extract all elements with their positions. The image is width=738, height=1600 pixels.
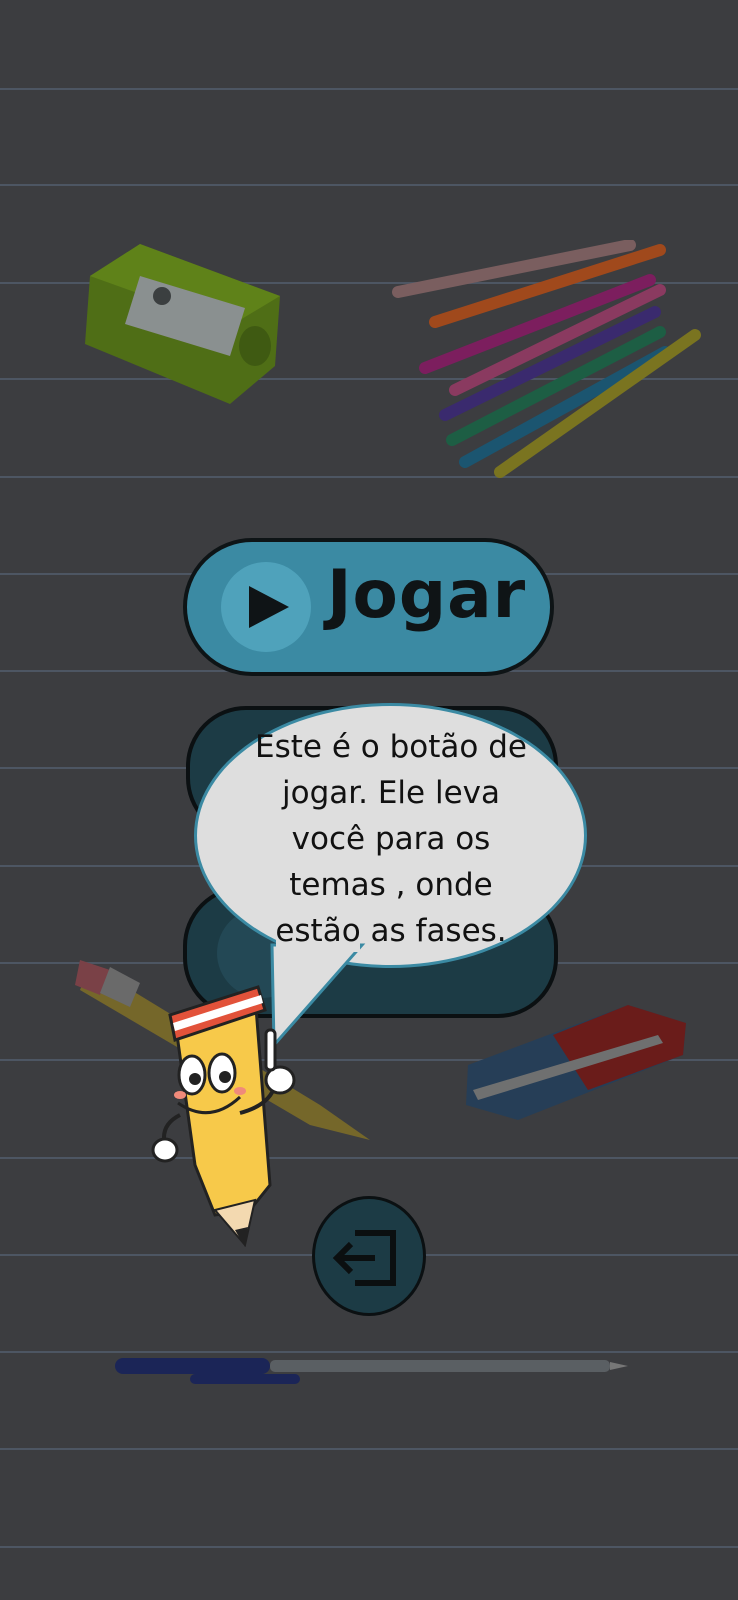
sharpener-image	[85, 244, 280, 404]
exit-icon	[332, 1230, 396, 1286]
play-button-label: Jogar	[327, 556, 527, 633]
tutorial-text: Este é o botão de jogar. Ele leva você p…	[255, 729, 527, 949]
pencil-mascot	[151, 985, 296, 1248]
play-icon-circle	[221, 562, 311, 652]
play-icon	[249, 586, 289, 628]
eraser-image	[466, 1005, 686, 1120]
play-button[interactable]: Jogar	[183, 538, 554, 676]
markers-image	[392, 240, 701, 478]
pen-image	[115, 1358, 628, 1384]
exit-button[interactable]	[312, 1196, 426, 1316]
